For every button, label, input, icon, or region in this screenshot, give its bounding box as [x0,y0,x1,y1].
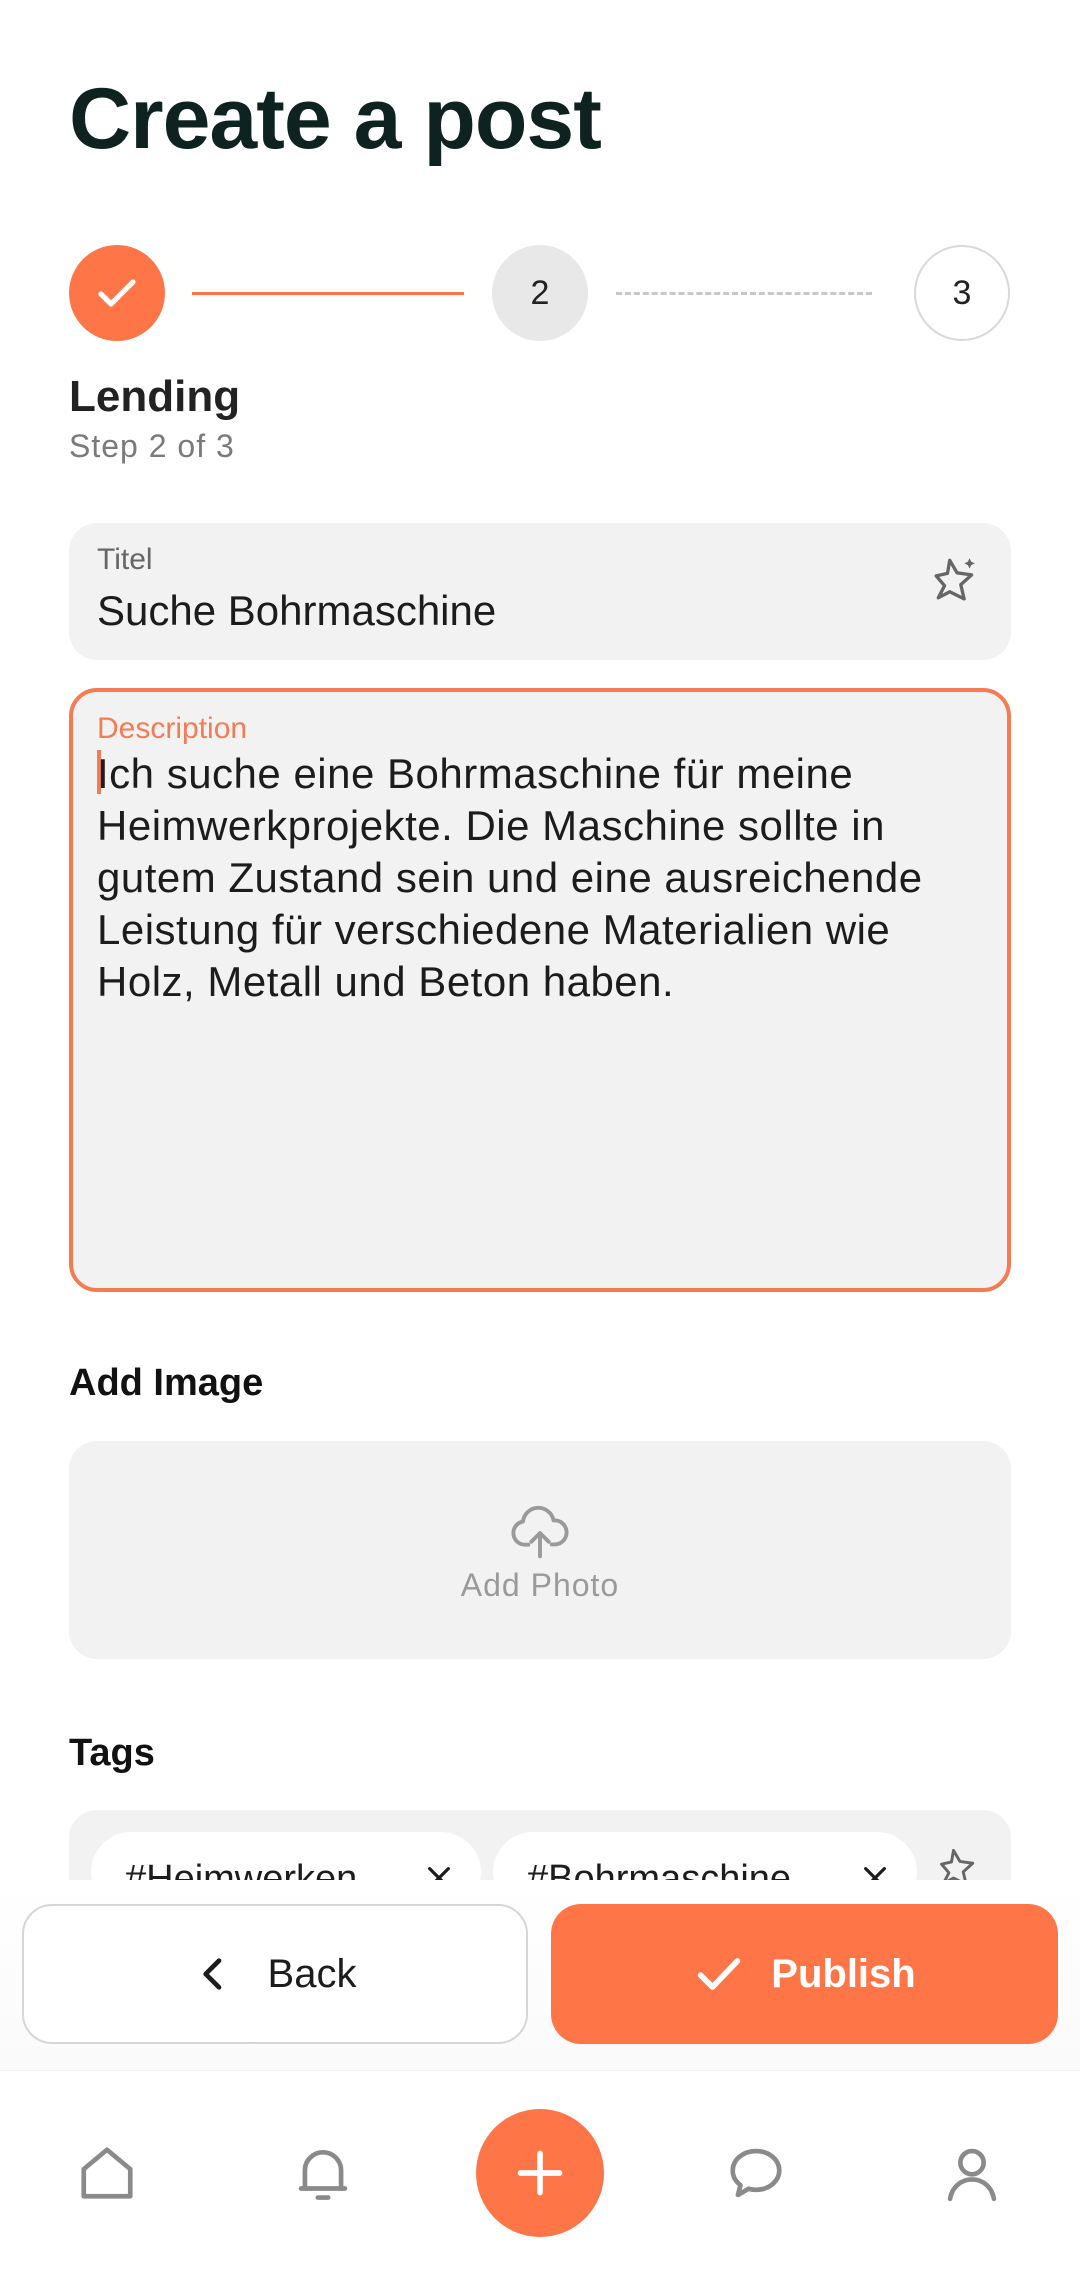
plus-icon [514,2147,566,2199]
bell-icon [292,2142,354,2204]
title-field-value[interactable]: Suche Bohrmaschine [97,587,496,635]
sparkle-icon[interactable] [937,1844,981,1880]
step-3-upcoming: 3 [914,245,1010,341]
nav-notifications[interactable] [288,2138,358,2208]
tags-heading: Tags [69,1732,155,1775]
publish-button-label: Publish [771,1952,915,1997]
close-icon[interactable] [859,1862,891,1880]
page-title: Create a post [69,70,601,169]
back-button[interactable]: Back [22,1904,528,2044]
nav-profile[interactable] [937,2138,1007,2208]
sparkle-icon[interactable] [931,553,981,603]
add-photo-label: Add Photo [461,1567,619,1604]
step-progress-text: Step 2 of 3 [69,428,235,465]
check-icon [93,269,141,317]
action-bar: Back Publish [0,1880,1080,2070]
profile-icon [941,2142,1003,2204]
step-2-current: 2 [492,245,588,341]
nav-home[interactable] [72,2138,142,2208]
nav-create-post-button[interactable] [476,2109,604,2237]
tag-chip[interactable]: #Bohrmaschine [493,1832,917,1880]
description-textarea[interactable]: Ich suche eine Bohrmaschine für meine He… [97,748,983,1008]
tag-chip[interactable]: #Heimwerken [91,1832,481,1880]
close-icon[interactable] [423,1862,455,1880]
chat-icon [725,2142,787,2204]
add-image-heading: Add Image [69,1362,263,1405]
chevron-left-icon [194,1954,234,1994]
title-field[interactable]: Titel Suche Bohrmaschine [69,523,1011,660]
back-button-label: Back [268,1952,357,1997]
description-field[interactable]: Description Ich suche eine Bohrmaschine … [69,688,1011,1292]
step-name: Lending [69,372,240,422]
stepper-line-complete [192,292,464,295]
stepper-line-upcoming [616,292,872,295]
tag-label: #Bohrmaschine [527,1858,791,1880]
bottom-navigation [0,2070,1080,2280]
tag-label: #Heimwerken [125,1858,357,1880]
step-1-complete [69,245,165,341]
description-field-label: Description [97,712,247,746]
add-photo-button[interactable]: Add Photo [69,1441,1011,1659]
description-text: Ich suche eine Bohrmaschine für meine He… [97,750,923,1005]
title-field-label: Titel [97,543,153,577]
publish-button[interactable]: Publish [551,1904,1058,2044]
home-icon [76,2142,138,2204]
check-icon [693,1948,745,2000]
cloud-upload-icon [509,1505,571,1561]
nav-messages[interactable] [721,2138,791,2208]
tags-field[interactable]: #Heimwerken #Bohrmaschine [69,1810,1011,1880]
